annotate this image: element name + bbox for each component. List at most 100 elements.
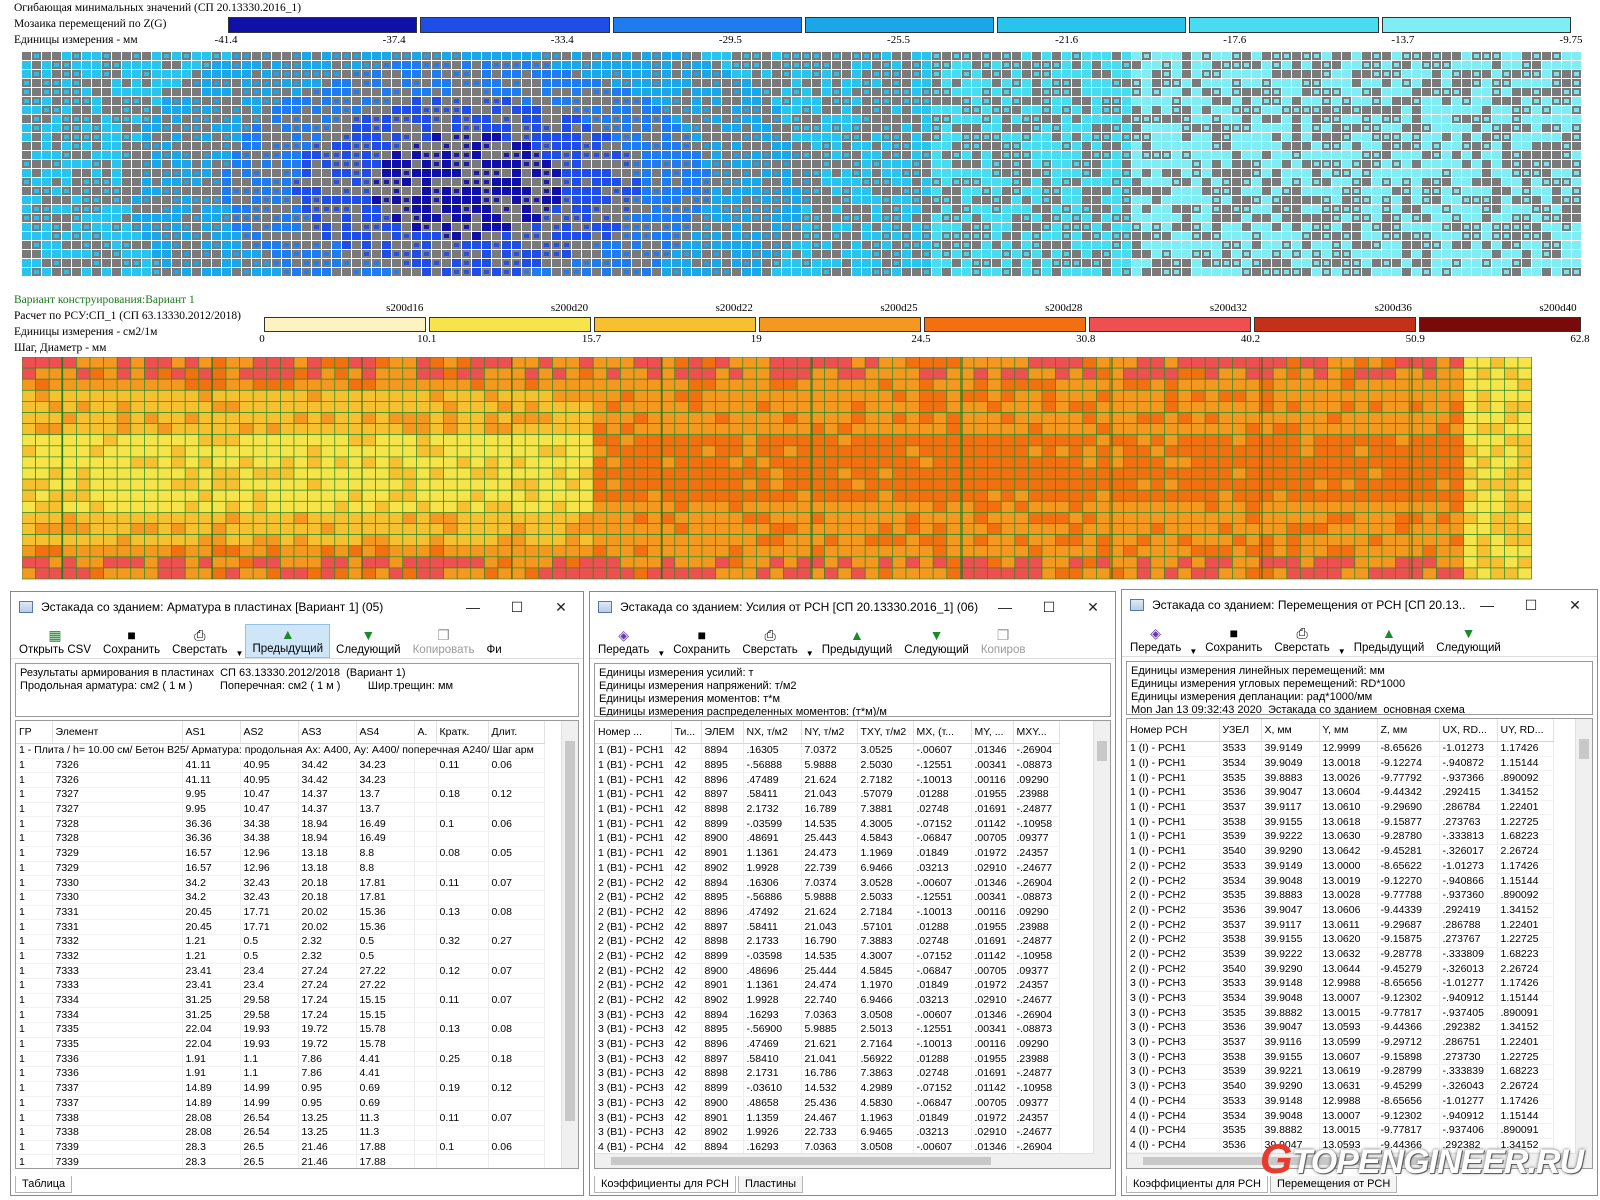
filter-button[interactable]: Фи xyxy=(481,624,508,658)
copy-button[interactable]: ❐ Копировать xyxy=(407,624,481,658)
minimize-button[interactable]: — xyxy=(451,599,495,615)
table-row[interactable]: 1 (В1) - РСН1 42 8899 -.03599 14.535 4.3005 -.… xyxy=(595,816,1060,833)
table-row[interactable]: 1 7331 20.45 17.71 20.02 15.36 xyxy=(16,919,545,935)
maximize-button[interactable]: ☐ xyxy=(1509,597,1553,614)
table-row[interactable]: 4 (I) - РСН4 3533 39.9148 12.9988 -8.65656 -1… xyxy=(1127,1094,1554,1110)
column-header[interactable]: MXY... xyxy=(1013,721,1060,744)
close-button[interactable]: ✕ xyxy=(1553,597,1597,614)
table-row[interactable]: 1 7328 36.36 34.38 18.94 16.49 0.1 0.06 xyxy=(16,816,545,833)
table-row[interactable]: 2 (I) - РСН2 3537 39.9117 13.0611 -9.29687.2… xyxy=(1127,917,1554,933)
table-row[interactable]: 2 (В1) - РСН2 42 8895 -.56886 5.9888 2.5033 -.… xyxy=(595,890,1060,906)
maximize-button[interactable]: ☐ xyxy=(1027,599,1071,616)
column-header[interactable]: Y, мм xyxy=(1319,719,1378,742)
table-row[interactable]: 1 7333 23.41 23.4 27.24 27.22 xyxy=(16,978,545,994)
table-row[interactable]: 1 (I) - РСН1 3538 39.9155 13.0618 -9.15877.2… xyxy=(1127,814,1554,831)
layout-button[interactable]: ⎙ Сверстать xyxy=(166,624,233,658)
maximize-button[interactable]: ☐ xyxy=(495,599,539,616)
transfer-dropdown-icon[interactable]: ▼ xyxy=(655,624,667,658)
table-row[interactable]: 4 (I) - РСН4 3534 39.9048 13.0007 -9.12302 -.… xyxy=(1127,1108,1554,1124)
table-row[interactable]: 1 (В1) - РСН1 42 8898 2.1732 16.789 7.3881.02… xyxy=(595,802,1060,818)
layout-button[interactable]: ⎙ Сверстать xyxy=(736,624,803,658)
reinforcement-table[interactable]: ГР Элемент AS1 AS2 AS3 AS4 А. Кратк. Длит. 1 - Пл… xyxy=(15,720,579,1169)
column-header[interactable]: TXY, т/м2 xyxy=(857,721,914,744)
column-header[interactable]: Ти... xyxy=(671,721,702,744)
table-row[interactable]: 1 (В1) - РСН1 42 8897.58411 21.043.57079.01… xyxy=(595,787,1060,803)
table-row[interactable]: 3 (В1) - РСН3 42 8902 1.9926 22.733 6.9465.03… xyxy=(595,1125,1060,1141)
table-row[interactable]: 2 (I) - РСН2 3540 39.9290 13.0644 -9.45279 -.… xyxy=(1127,961,1554,977)
table-row[interactable]: 2 (I) - РСН2 3534 39.9048 13.0019 -9.12270 -.… xyxy=(1127,873,1554,889)
column-header[interactable]: UY, RD... xyxy=(1497,719,1554,742)
table-row[interactable]: 3 (В1) - РСН3 42 8898 2.1731 16.786 7.3863.02… xyxy=(595,1066,1060,1082)
forces-table[interactable]: Номер ... Ти... ЭЛЕМ NX, т/м2 NY, т/м2 TXY, т… xyxy=(594,720,1111,1169)
column-header[interactable]: X, мм xyxy=(1261,719,1320,742)
table-row[interactable]: 1 7326 41.11 40.95 34.42 34.23 0.11 0.06 xyxy=(16,758,545,774)
table-row[interactable]: 2 (I) - РСН2 3533 39.9149 13.0000 -8.65622 -1… xyxy=(1127,859,1554,875)
table-row[interactable]: 1 7338 28.08 26.54 13.25 11.3 xyxy=(16,1125,545,1141)
column-header[interactable]: ГР xyxy=(16,721,53,744)
next-button[interactable]: ▼ Следующий xyxy=(330,624,407,658)
table-row[interactable]: 1 (В1) - РСН1 42 8895 -.56888 5.9888 2.5030 -.… xyxy=(595,758,1060,774)
column-header[interactable]: Номер РСН xyxy=(1127,719,1220,742)
table-row[interactable]: 2 (В1) - РСН2 42 8901 1.1361 24.474 1.1970.01… xyxy=(595,978,1060,994)
column-header[interactable]: AS4 xyxy=(356,721,415,744)
table-row[interactable]: 1 7336 1.91 1.1 7.86 4.41 xyxy=(16,1066,545,1082)
column-header[interactable]: А. xyxy=(414,721,437,744)
save-button[interactable]: ■ Сохранить xyxy=(667,624,736,658)
table-row[interactable]: 3 (В1) - РСН3 42 8897.58410 21.041.56922.01… xyxy=(595,1051,1060,1068)
table-row[interactable]: 1 7337 14.89 14.99 0.95 0.69 0.19 0.12 xyxy=(16,1081,545,1097)
table-row[interactable]: 1 7339 28.3 26.5 21.46 17.88 0.1 0.06 xyxy=(16,1140,545,1156)
table-row[interactable]: 2 (В1) - РСН2 42 8902 1.9928 22.740 6.9466.03… xyxy=(595,993,1060,1009)
column-header[interactable]: ЭЛЕМ xyxy=(701,721,744,744)
table-row[interactable]: 1 7329 16.57 12.96 13.18 8.8 0.08 0.05 xyxy=(16,846,545,862)
table-row[interactable]: 1 (I) - РСН1 3533 39.9149 12.9999 -8.65626 -1… xyxy=(1127,741,1554,757)
column-header[interactable]: Номер ... xyxy=(595,721,672,744)
table-row[interactable]: 3 (I) - РСН3 3535 39.8882 13.0015 -9.77817 -.… xyxy=(1127,1005,1554,1022)
table-row[interactable]: 1 7332 1.21 0.5 2.32 0.5 xyxy=(16,949,545,965)
column-header[interactable]: AS2 xyxy=(240,721,299,744)
table-row[interactable]: 2 (I) - РСН2 3535 39.8883 13.0028 -9.77788 -.… xyxy=(1127,888,1554,904)
table-row[interactable]: 1 (I) - РСН1 3537 39.9117 13.0610 -9.29690.2… xyxy=(1127,800,1554,816)
column-header[interactable]: MY, ... xyxy=(971,721,1014,744)
table-row[interactable]: 2 (В1) - РСН2 42 8899 -.03598 14.535 4.3007 -.… xyxy=(595,949,1060,965)
table-row[interactable]: 2 (I) - РСН2 3538 39.9155 13.0620 -9.15875.2… xyxy=(1127,932,1554,948)
table-row[interactable]: 1 7330 34.2 32.43 20.18 17.81 xyxy=(16,890,545,906)
table-row[interactable]: 1 7327 9.95 10.47 14.37 13.7 xyxy=(16,802,545,818)
table-row[interactable]: 1 (В1) - РСН1 42 8900.48691 25.443 4.5843 -.0… xyxy=(595,831,1060,847)
previous-button[interactable]: ▲ Предыдущий xyxy=(816,624,899,658)
table-row[interactable]: 3 (I) - РСН3 3539 39.9221 13.0619 -9.28799 -.… xyxy=(1127,1064,1554,1080)
column-header[interactable]: Z, мм xyxy=(1377,719,1440,742)
save-button[interactable]: ■ Сохранить xyxy=(1199,622,1268,656)
table-row[interactable]: 3 (I) - РСН3 3534 39.9048 13.0007 -9.12302 -.… xyxy=(1127,991,1554,1007)
table-row[interactable]: 1 7337 14.89 14.99 0.95 0.69 xyxy=(16,1096,545,1112)
table-row[interactable]: 3 (В1) - РСН3 42 8896.47469 21.621 2.7164 -.1… xyxy=(595,1037,1060,1053)
table-row[interactable]: 1 7336 1.91 1.1 7.86 4.41 0.25 0.18 xyxy=(16,1051,545,1068)
tab-rsn-coefficients[interactable]: Коэффициенты для РСН xyxy=(594,1176,736,1193)
transfer-button[interactable]: ◈ Передать xyxy=(1124,622,1187,656)
previous-button[interactable]: ▲ Предыдущий xyxy=(1348,622,1431,656)
table-row[interactable]: 3 (I) - РСН3 3533 39.9148 12.9988 -8.65656 -1… xyxy=(1127,976,1554,992)
table-row[interactable]: 1 (I) - РСН1 3540 39.9290 13.0642 -9.45281 -.… xyxy=(1127,844,1554,860)
column-header[interactable]: NX, т/м2 xyxy=(743,721,802,744)
layout-dropdown-icon[interactable]: ▼ xyxy=(804,624,816,658)
table-row[interactable]: 2 (I) - РСН2 3536 39.9047 13.0606 -9.44339.2… xyxy=(1127,903,1554,919)
group-row[interactable]: 1 - Плита / h= 10.00 см/ Бетон B25/ Арма… xyxy=(16,743,545,759)
next-button[interactable]: ▼ Следующий xyxy=(898,624,975,658)
transfer-dropdown-icon[interactable]: ▼ xyxy=(1187,622,1199,656)
table-row[interactable]: 1 7338 28.08 26.54 13.25 11.3 0.11 0.07 xyxy=(16,1110,545,1126)
open-csv-button[interactable]: ▦ Открыть CSV xyxy=(13,624,97,658)
table-row[interactable]: 2 (В1) - РСН2 42 8900.48696 25.444 4.5845 -.0… xyxy=(595,963,1060,979)
table-row[interactable]: 1 (I) - РСН1 3536 39.9047 13.0604 -9.44342.2… xyxy=(1127,785,1554,801)
table-row[interactable]: 3 (I) - РСН3 3538 39.9155 13.0607 -9.15898.2… xyxy=(1127,1049,1554,1066)
displacements-table[interactable]: Номер РСН УЗЕЛ X, мм Y, мм Z, мм UX, RD... UY,… xyxy=(1126,718,1593,1169)
table-row[interactable]: 1 7326 41.11 40.95 34.42 34.23 xyxy=(16,772,545,789)
copy-button[interactable]: ❐ Копиров xyxy=(975,624,1032,658)
next-button[interactable]: ▼ Следующий xyxy=(1430,622,1507,656)
table-row[interactable]: 2 (В1) - РСН2 42 8898 2.1733 16.790 7.3883.02… xyxy=(595,934,1060,950)
table-row[interactable]: 1 7327 9.95 10.47 14.37 13.7 0.18 0.12 xyxy=(16,787,545,803)
horizontal-scrollbar[interactable] xyxy=(595,1153,1094,1168)
column-header[interactable]: УЗЕЛ xyxy=(1219,719,1262,742)
table-row[interactable]: 3 (В1) - РСН3 42 8900.48658 25.436 4.5830 -.0… xyxy=(595,1096,1060,1112)
table-row[interactable]: 2 (В1) - РСН2 42 8896.47492 21.624 2.7184 -.1… xyxy=(595,905,1060,921)
table-row[interactable]: 2 (I) - РСН2 3539 39.9222 13.0632 -9.28778 -.… xyxy=(1127,947,1554,963)
table-row[interactable]: 1 7332 1.21 0.5 2.32 0.5 0.32 0.27 xyxy=(16,934,545,950)
